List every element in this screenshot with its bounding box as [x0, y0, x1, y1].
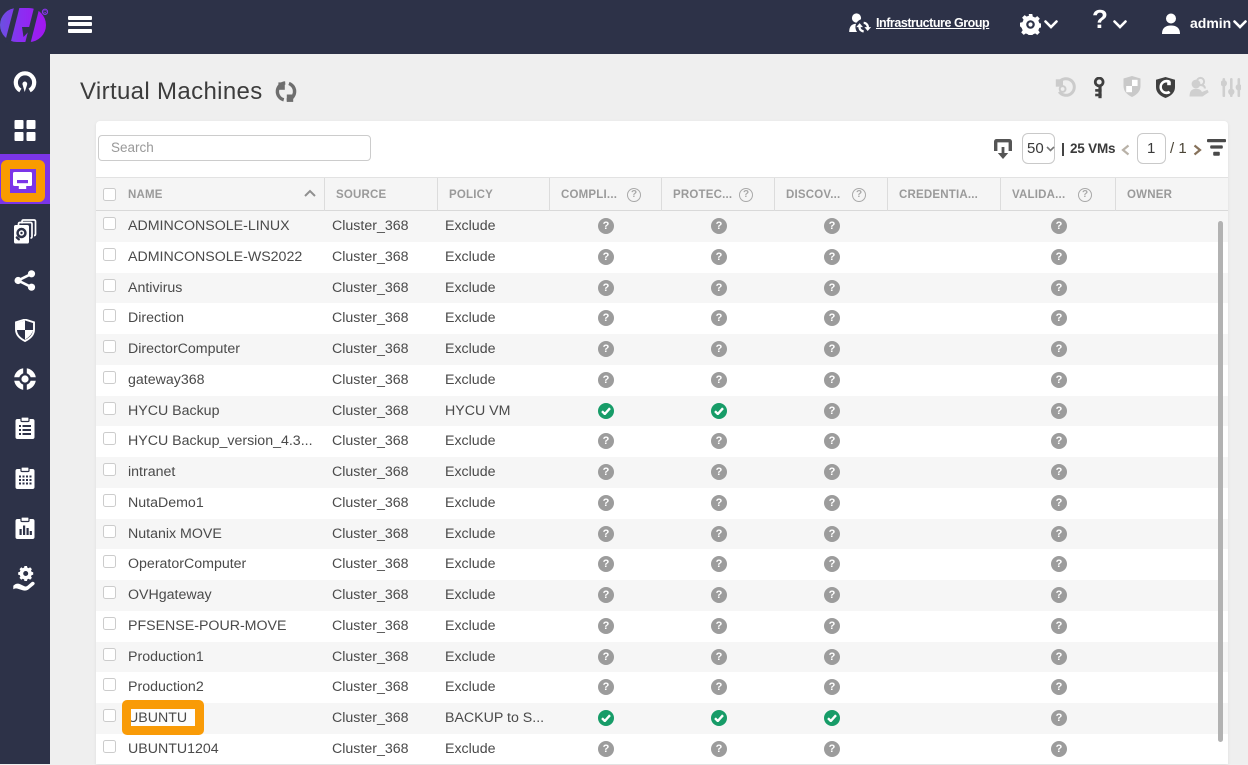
- svg-text:R: R: [43, 10, 47, 16]
